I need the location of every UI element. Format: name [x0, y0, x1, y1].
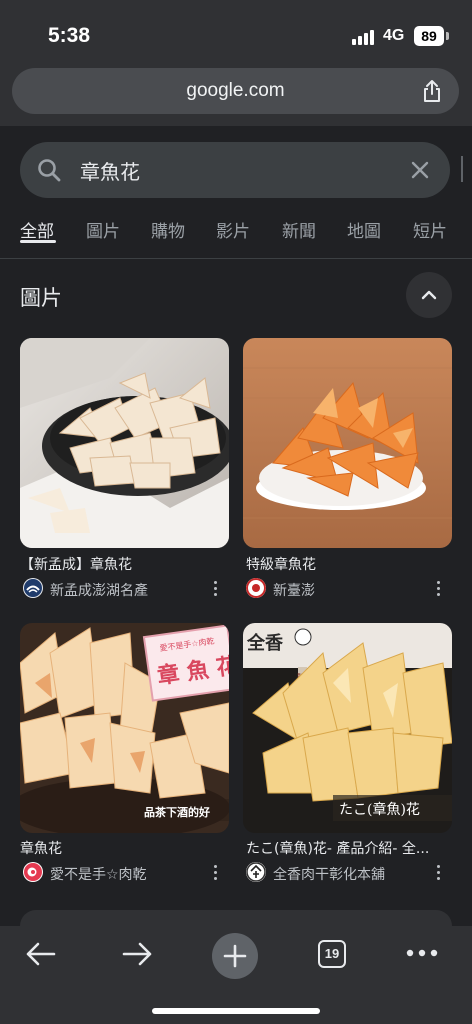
share-icon[interactable]: [419, 78, 445, 104]
status-bar: 5:38 4G 89: [0, 0, 472, 62]
battery-tip: [446, 32, 449, 40]
result-image: 全香 彰化本舖 たこ(章魚)花: [243, 623, 452, 833]
tabs-icon[interactable]: 19: [318, 940, 346, 968]
image-result-2[interactable]: [243, 338, 452, 548]
result-source[interactable]: 新孟成澎湖名產: [50, 580, 148, 600]
battery-icon: 89: [414, 26, 444, 46]
result-image: [20, 338, 229, 548]
divider: [0, 258, 472, 259]
result-source[interactable]: 全香肉干彰化本舖: [273, 864, 385, 884]
arrow-right-icon[interactable]: [122, 940, 154, 968]
network-type: 4G: [383, 27, 405, 44]
home-indicator[interactable]: [152, 1008, 320, 1014]
search-tabs: 全部 圖片 購物 影片 新聞 地圖 短片: [0, 205, 472, 257]
collapse-button[interactable]: [406, 272, 452, 318]
more-vertical-icon[interactable]: [436, 865, 442, 881]
result-title[interactable]: たこ(章魚)花- 產品介紹- 全...: [246, 838, 446, 858]
result-image: 愛不是手☆肉乾 章 魚 花 品茶下酒的好: [20, 623, 229, 833]
search-icon[interactable]: [36, 157, 62, 183]
source-favicon-icon: [246, 862, 266, 882]
result-source[interactable]: 愛不是手☆肉乾: [50, 864, 147, 884]
more-vertical-icon[interactable]: [436, 581, 442, 597]
new-tab-button[interactable]: [212, 933, 258, 979]
source-favicon-icon: [23, 862, 43, 882]
address-bar[interactable]: google.com: [12, 68, 459, 114]
tab-images[interactable]: 圖片: [86, 217, 120, 242]
result-image: [243, 338, 452, 548]
close-icon[interactable]: [408, 158, 432, 182]
status-time: 5:38: [48, 24, 91, 47]
image-result-1[interactable]: [20, 338, 229, 548]
plus-icon: [223, 944, 247, 968]
tab-shopping[interactable]: 購物: [151, 217, 185, 242]
result-title[interactable]: 【新孟成】章魚花: [20, 554, 220, 574]
section-title-images: 圖片: [20, 286, 62, 310]
address-url[interactable]: google.com: [12, 80, 459, 102]
tab-all[interactable]: 全部: [20, 217, 54, 242]
tab-shorts[interactable]: 短片: [413, 217, 447, 242]
more-horizontal-icon[interactable]: [406, 948, 438, 958]
image-result-4[interactable]: 全香 彰化本舖 たこ(章魚)花: [243, 623, 452, 833]
result-title[interactable]: 章魚花: [20, 838, 220, 858]
source-favicon-icon: [246, 578, 266, 598]
search-query[interactable]: 章魚花: [80, 156, 140, 185]
source-favicon-icon: [23, 578, 43, 598]
image-result-3[interactable]: 愛不是手☆肉乾 章 魚 花 品茶下酒的好: [20, 623, 229, 833]
divider: [461, 156, 463, 182]
browser-toolbar: google.com: [0, 62, 472, 126]
search-input[interactable]: 章魚花: [20, 142, 450, 198]
more-vertical-icon[interactable]: [213, 581, 219, 597]
result-source[interactable]: 新臺澎: [273, 580, 315, 600]
arrow-left-icon[interactable]: [24, 940, 56, 968]
tab-news[interactable]: 新聞: [282, 217, 316, 242]
chevron-up-icon: [421, 290, 437, 300]
overlay-caption: 品茶下酒的好: [144, 805, 210, 819]
cellular-signal-icon: [352, 30, 378, 45]
result-title[interactable]: 特級章魚花: [246, 554, 446, 574]
active-tab-indicator: [20, 240, 56, 243]
tab-videos[interactable]: 影片: [216, 217, 250, 242]
more-vertical-icon[interactable]: [213, 865, 219, 881]
overlay-caption: たこ(章魚)花: [339, 801, 420, 818]
overlay-brand: 全香: [246, 632, 284, 654]
tab-maps[interactable]: 地圖: [347, 217, 381, 242]
